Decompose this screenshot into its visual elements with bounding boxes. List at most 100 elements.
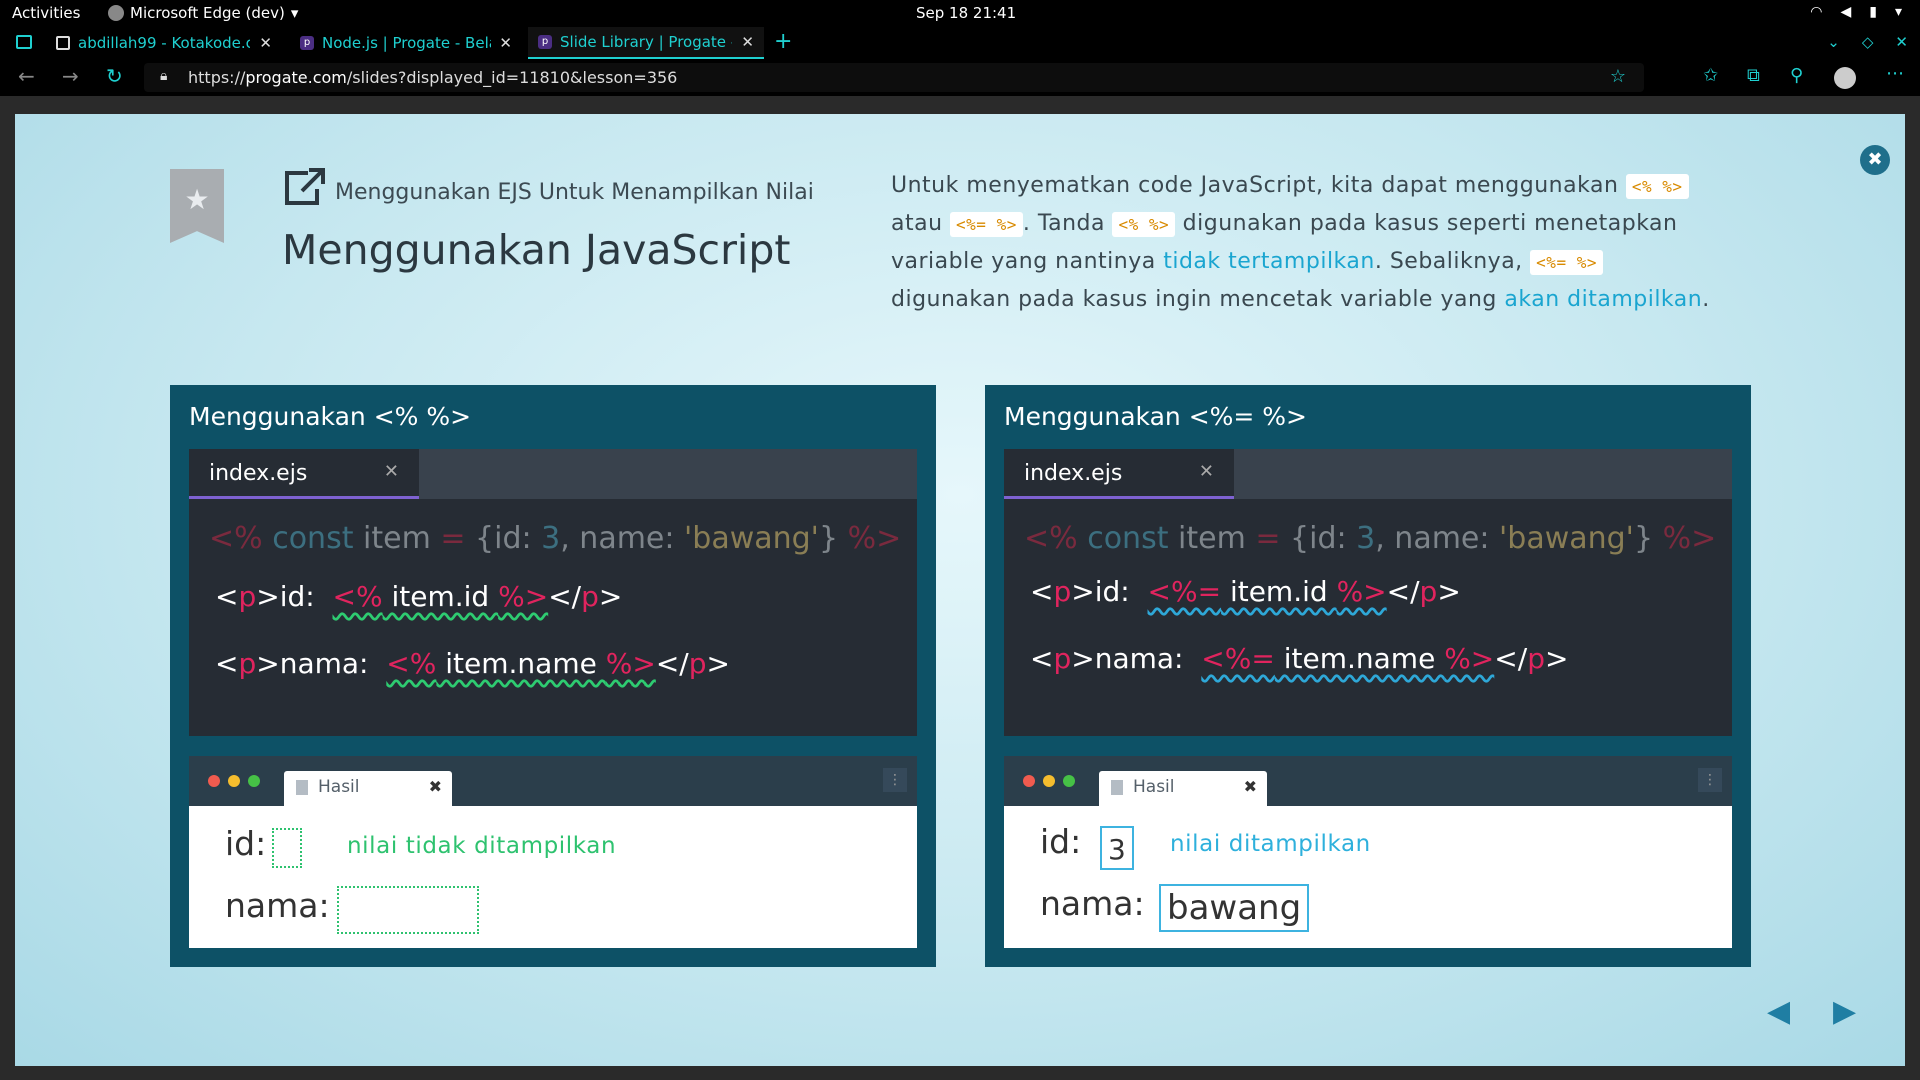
- result-titlebar: Hasil ✖ ⋮: [189, 756, 917, 806]
- code-token: </: [548, 580, 582, 613]
- code-token: <: [215, 647, 239, 680]
- code-token: {id:: [1290, 521, 1357, 556]
- lock-icon[interactable]: 🔒︎: [160, 68, 167, 84]
- address-bar[interactable]: 🔒︎ https://progate.com/slides?displayed_…: [144, 63, 1644, 92]
- browser-tab-slide-library[interactable]: p Slide Library | Progate - B ✕: [528, 27, 764, 59]
- code-line-3: <p>nama: <%= item.name %></p>: [1030, 642, 1568, 675]
- code-token: 3: [541, 521, 561, 556]
- app-name: Microsoft Edge (dev): [130, 4, 285, 22]
- code-token: item.name: [436, 647, 606, 680]
- tab-close-icon[interactable]: ✕: [259, 34, 272, 52]
- kebab-menu-icon: ⋮: [1698, 768, 1722, 792]
- tab-actions-icon[interactable]: [16, 35, 32, 49]
- browser-tab-nodejs[interactable]: p Node.js | Progate - Belajar ✕: [290, 27, 522, 59]
- tab-search-icon[interactable]: ⌄: [1827, 33, 1840, 51]
- prev-arrow-icon[interactable]: ◀: [1767, 994, 1790, 1029]
- extensions-icon[interactable]: ⚲: [1790, 65, 1803, 86]
- external-link-icon: [285, 168, 325, 205]
- favorites-icon[interactable]: ✩: [1703, 65, 1718, 86]
- slide-subtitle: Menggunakan EJS Untuk Menampilkan Nilai: [335, 180, 814, 205]
- new-tab-icon[interactable]: +: [774, 29, 792, 54]
- id-label: id:: [225, 824, 267, 863]
- code-token: <%=: [1201, 642, 1275, 675]
- inline-code: <%= %>: [950, 212, 1023, 237]
- editor-tab-index-ejs[interactable]: index.ejs ✕: [1004, 449, 1234, 499]
- panel-title: Menggunakan <%= %>: [1004, 402, 1307, 431]
- kotakode-favicon-icon: [56, 36, 70, 50]
- code-token: =: [440, 521, 466, 556]
- file-name: index.ejs: [209, 461, 308, 486]
- code-line-1: <% const item = {id: 3, name: 'bawang'} …: [1024, 521, 1716, 556]
- tab-title: Slide Library | Progate - B: [560, 33, 732, 51]
- url-path: /slides?displayed_id=11810&lesson=356: [346, 68, 678, 87]
- panel-title: Menggunakan <% %>: [189, 402, 472, 431]
- volume-icon: ◀: [1840, 4, 1852, 20]
- progate-favicon-icon: p: [538, 35, 552, 49]
- star-bookmark-icon[interactable]: ★: [170, 169, 224, 243]
- id-label: id:: [1040, 822, 1082, 861]
- forward-arrow-icon[interactable]: →: [62, 64, 79, 88]
- close-icon: ✖: [428, 777, 442, 796]
- tab-close-icon[interactable]: ✕: [499, 34, 512, 52]
- slide-description: Untuk menyematkan code JavaScript, kita …: [891, 167, 1741, 318]
- code-token: p: [238, 580, 257, 613]
- reload-icon[interactable]: ↻: [106, 64, 123, 88]
- tab-title: abdillah99 - Kotakode.com: [78, 34, 250, 52]
- tab-close-icon[interactable]: ✕: [741, 33, 754, 51]
- browser-result-preview: Hasil ✖ ⋮ id: nilai tidak ditampilkan na…: [189, 756, 917, 948]
- navigation-bar: ← → ↻ 🔒︎ https://progate.com/slides?disp…: [0, 59, 1920, 96]
- code-token: 3: [1356, 521, 1376, 556]
- add-favorite-icon[interactable]: ☆: [1610, 66, 1626, 87]
- editor-tab-index-ejs[interactable]: index.ejs ✕: [189, 449, 419, 499]
- code-token: %>: [847, 521, 902, 556]
- close-icon[interactable]: ✕: [384, 461, 399, 482]
- app-menu[interactable]: Microsoft Edge (dev) ▾: [108, 4, 298, 22]
- activities-button[interactable]: Activities: [12, 4, 80, 22]
- code-token: >nama:: [1071, 642, 1184, 675]
- code-token: p: [238, 647, 257, 680]
- code-token: item.id: [382, 580, 499, 613]
- result-tab: Hasil ✖: [1099, 771, 1267, 806]
- code-token: <: [1030, 575, 1054, 608]
- more-menu-icon[interactable]: ⋯: [1886, 63, 1904, 84]
- battery-icon: ▮: [1869, 4, 1877, 20]
- close-circle-icon[interactable]: ✖: [1860, 145, 1890, 175]
- system-top-bar: Activities Microsoft Edge (dev) ▾ Sep 18…: [0, 0, 1920, 27]
- id-value-box: 3: [1100, 826, 1134, 870]
- system-tray[interactable]: ◠ ◀ ▮ ▾: [1810, 4, 1902, 20]
- code-token: 'bawang': [684, 521, 819, 556]
- code-token: }: [1633, 521, 1654, 556]
- edge-app-icon: [108, 5, 124, 21]
- left-example-panel: Menggunakan <% %> index.ejs ✕ <% const i…: [170, 385, 936, 967]
- profile-avatar[interactable]: [1834, 67, 1856, 89]
- minimize-dot-icon: [228, 775, 240, 787]
- nama-label: nama:: [225, 886, 330, 925]
- file-icon: [1111, 780, 1123, 795]
- code-token: item: [363, 521, 431, 556]
- file-icon: [296, 780, 308, 795]
- browser-tab-kotakode[interactable]: abdillah99 - Kotakode.com ✕: [46, 27, 282, 59]
- window-close-icon[interactable]: ✕: [1895, 33, 1908, 51]
- code-token: p: [581, 580, 599, 613]
- desc-text: atau: [891, 211, 951, 236]
- code-token: p: [1419, 575, 1438, 608]
- wifi-icon: ◠: [1810, 4, 1823, 20]
- highlight-text: tidak tertampilkan: [1163, 249, 1375, 274]
- next-arrow-icon[interactable]: ▶: [1833, 994, 1856, 1029]
- edge-dev-icon[interactable]: ◇: [1862, 33, 1874, 51]
- slide-title: Menggunakan JavaScript: [282, 226, 791, 274]
- url-text[interactable]: https://progate.com/slides?displayed_id=…: [188, 68, 677, 87]
- result-tab-label: Hasil: [318, 777, 360, 797]
- empty-id-box: [272, 828, 302, 868]
- collections-icon[interactable]: ⧉: [1747, 65, 1760, 86]
- code-token: <: [1030, 642, 1054, 675]
- clock[interactable]: Sep 18 21:41: [916, 4, 1016, 22]
- close-icon[interactable]: ✕: [1199, 461, 1214, 482]
- code-token: const: [272, 521, 354, 556]
- code-token: , name:: [1375, 521, 1500, 556]
- right-example-panel: Menggunakan <%= %> index.ejs ✕ <% const …: [985, 385, 1751, 967]
- desc-text: digunakan pada kasus ingin mencetak vari…: [891, 287, 1505, 312]
- code-token: >id:: [1071, 575, 1130, 608]
- back-arrow-icon[interactable]: ←: [18, 64, 35, 88]
- code-token: item.id: [1221, 575, 1337, 608]
